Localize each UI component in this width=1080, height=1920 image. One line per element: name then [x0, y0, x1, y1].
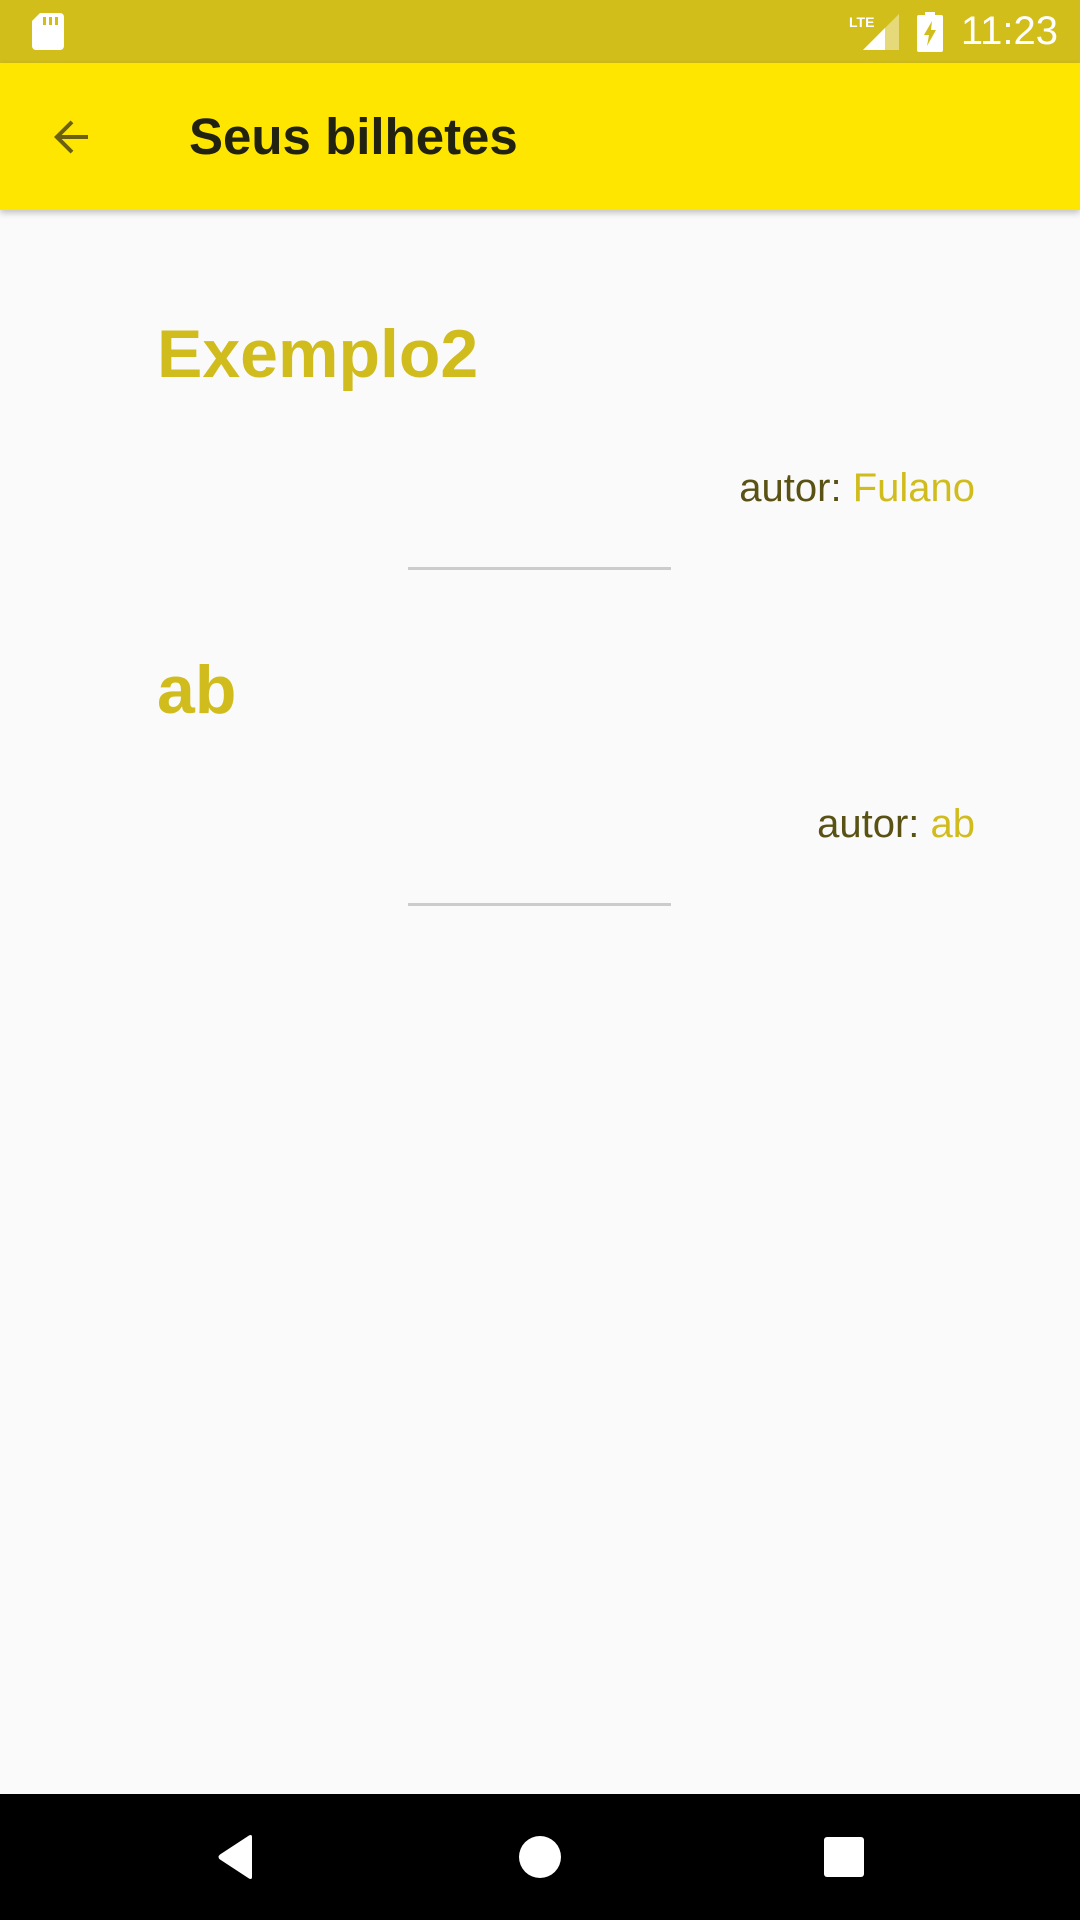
notes-list: Exemplo2 autor: Fulano ab autor: ab — [0, 210, 1080, 1794]
nav-back-button[interactable] — [176, 1794, 296, 1920]
status-bar: LTE 11:23 — [0, 0, 1080, 63]
back-triangle-icon — [218, 1835, 252, 1879]
battery-charging-icon — [916, 11, 943, 52]
divider — [408, 903, 671, 906]
author-label: autor: — [739, 466, 853, 510]
list-item[interactable]: Exemplo2 autor: Fulano — [0, 210, 1080, 570]
back-button[interactable] — [35, 100, 109, 174]
note-title: ab — [157, 652, 237, 728]
nav-home-button[interactable] — [480, 1794, 600, 1920]
sd-card-icon — [32, 13, 64, 50]
lte-label: LTE — [849, 14, 874, 30]
author-name: ab — [930, 802, 976, 846]
status-time: 11:23 — [960, 9, 1058, 53]
home-circle-icon — [519, 1836, 561, 1878]
author-name: Fulano — [852, 466, 975, 510]
arrow-back-icon — [54, 120, 88, 154]
page-title: Seus bilhetes — [189, 108, 518, 165]
author-label: autor: — [817, 802, 931, 846]
screen: LTE 11:23 Seus bilhetes Exemplo2 autor: … — [0, 0, 1080, 1920]
app-bar: Seus bilhetes — [0, 63, 1080, 210]
note-author: autor: ab — [817, 804, 975, 844]
list-item[interactable]: ab autor: ab — [0, 546, 1080, 906]
status-icons: LTE 11:23 — [849, 0, 1058, 63]
navigation-bar — [0, 1794, 1080, 1920]
nav-recents-button[interactable] — [784, 1794, 904, 1920]
lte-signal-icon: LTE — [849, 13, 899, 50]
recents-square-icon — [824, 1837, 864, 1877]
note-author: autor: Fulano — [739, 468, 975, 508]
note-title: Exemplo2 — [157, 316, 479, 392]
